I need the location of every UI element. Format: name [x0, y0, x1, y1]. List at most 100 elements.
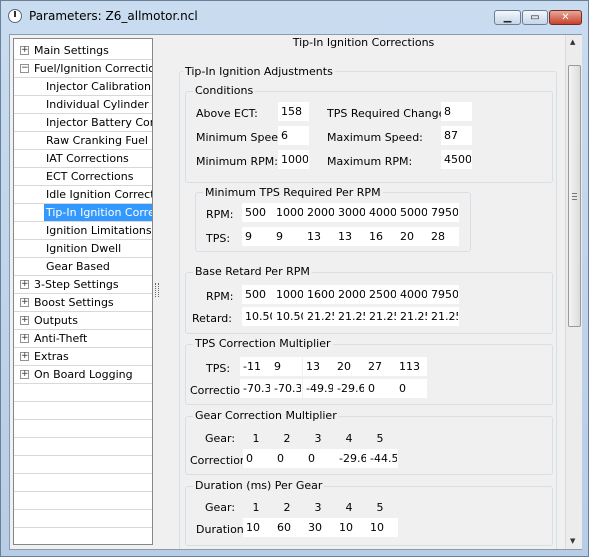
tree-item[interactable]: Injector Calibration: [14, 78, 152, 96]
vertical-scrollbar[interactable]: ▲ ▼: [565, 35, 582, 549]
tree-item[interactable]: Individual Cylinder T...: [14, 96, 152, 114]
maximum-speed-field[interactable]: 87: [441, 126, 472, 145]
tree-empty-row: [14, 492, 152, 510]
tps-cell[interactable]: 13: [303, 357, 334, 376]
tree-item[interactable]: Raw Cranking Fuel: [14, 132, 152, 150]
tree-item-label: Main Settings: [34, 44, 109, 57]
correction-cell[interactable]: 0: [305, 449, 336, 468]
settings-tree[interactable]: + Main Settings −Fuel/Ignition Corrections…: [13, 38, 153, 545]
tip-in-adjustments-label: Tip-In Ignition Adjustments: [183, 65, 335, 78]
rpm-cell[interactable]: 4000: [397, 285, 428, 304]
correction-cell[interactable]: 0: [365, 379, 396, 398]
tps-cell[interactable]: 13: [304, 227, 335, 246]
rpm-cell[interactable]: 7950: [428, 285, 459, 304]
rpm-cell[interactable]: 1000: [273, 285, 304, 304]
scroll-thumb[interactable]: [568, 65, 581, 327]
duration-cell[interactable]: 10: [336, 518, 367, 537]
tree-item[interactable]: Tip-In Ignition Corre...: [14, 204, 152, 222]
retard-cell[interactable]: 10.50: [242, 307, 273, 326]
correction-cell[interactable]: 0: [396, 379, 427, 398]
expand-icon[interactable]: +: [20, 334, 29, 343]
tree-item-label: Injector Calibration: [46, 80, 151, 93]
rpm-cell[interactable]: 2000: [335, 285, 366, 304]
tps-cell[interactable]: 16: [366, 227, 397, 246]
tps-cell[interactable]: 28: [428, 227, 459, 246]
above-ect-field[interactable]: 158: [278, 102, 309, 121]
tree-item[interactable]: −Fuel/Ignition Corrections: [14, 60, 152, 78]
tree-item[interactable]: +3-Step Settings: [14, 276, 152, 294]
duration-cell[interactable]: 10: [243, 518, 274, 537]
correction-cell[interactable]: 0: [274, 449, 305, 468]
correction-cell[interactable]: -29.6: [336, 449, 367, 468]
splitter-handle[interactable]: [155, 283, 159, 297]
rpm-cell[interactable]: 500: [242, 203, 273, 222]
minimum-speed-field[interactable]: 6: [278, 126, 309, 145]
duration-cell[interactable]: 10: [367, 518, 398, 537]
tree-item[interactable]: Ignition Dwell: [14, 240, 152, 258]
rpm-cell[interactable]: 500: [242, 285, 273, 304]
scroll-up-icon[interactable]: ▲: [570, 38, 575, 46]
minimum-rpm-field[interactable]: 1000: [278, 150, 309, 169]
expand-icon[interactable]: +: [20, 298, 29, 307]
tree-item[interactable]: Ignition Limitations: [14, 222, 152, 240]
tps-cell[interactable]: 9: [271, 357, 302, 376]
title-bar[interactable]: Parameters: Z6_allmotor.ncl ▁ ▭ ✕: [1, 1, 588, 31]
tree-empty-row: [14, 510, 152, 528]
tree-item[interactable]: Idle Ignition Correcti...: [14, 186, 152, 204]
rpm-cell[interactable]: 7950: [428, 203, 459, 222]
tps-cell[interactable]: 13: [335, 227, 366, 246]
tree-item[interactable]: Gear Based: [14, 258, 152, 276]
tree-empty-row: [14, 528, 152, 544]
correction-cell[interactable]: -29.6: [334, 379, 365, 398]
expand-icon[interactable]: +: [20, 352, 29, 361]
gear-header: 2: [283, 501, 291, 514]
rpm-cell[interactable]: 1600: [304, 285, 335, 304]
tree-item[interactable]: + Boost Settings: [14, 294, 152, 312]
correction-cell[interactable]: 0: [243, 449, 274, 468]
tps-required-change-field[interactable]: 8: [441, 102, 472, 121]
rpm-cell[interactable]: 2500: [366, 285, 397, 304]
retard-cell[interactable]: 21.25: [304, 307, 335, 326]
collapse-icon[interactable]: −: [20, 64, 29, 73]
rpm-cell[interactable]: 4000: [366, 203, 397, 222]
tps-cell[interactable]: 9: [242, 227, 273, 246]
maximum-rpm-field[interactable]: 4500: [441, 150, 472, 169]
correction-cell[interactable]: -70.3: [240, 379, 271, 398]
tps-cell[interactable]: 113: [396, 357, 427, 376]
tps-cell[interactable]: 9: [273, 227, 304, 246]
expand-icon[interactable]: +: [20, 280, 29, 289]
scroll-down-icon[interactable]: ▼: [570, 537, 575, 545]
tps-cell[interactable]: 20: [334, 357, 365, 376]
tree-item[interactable]: Injector Battery Corr...: [14, 114, 152, 132]
maximize-button[interactable]: ▭: [522, 10, 548, 25]
tps-cell[interactable]: 20: [397, 227, 428, 246]
rpm-cell[interactable]: 1000: [273, 203, 304, 222]
retard-cell[interactable]: 21.25: [428, 307, 459, 326]
retard-cell[interactable]: 21.25: [397, 307, 428, 326]
minimize-button[interactable]: ▁: [494, 10, 521, 25]
close-button[interactable]: ✕: [549, 10, 582, 25]
rpm-cell[interactable]: 3000: [335, 203, 366, 222]
expand-icon[interactable]: +: [20, 46, 29, 55]
tree-item[interactable]: + Anti-Theft: [14, 330, 152, 348]
tree-item[interactable]: + Outputs: [14, 312, 152, 330]
tree-item[interactable]: + Main Settings: [14, 42, 152, 60]
retard-cell[interactable]: 10.50: [273, 307, 304, 326]
duration-cell[interactable]: 30: [305, 518, 336, 537]
duration-cell[interactable]: 60: [274, 518, 305, 537]
tree-item[interactable]: ECT Corrections: [14, 168, 152, 186]
tree-item[interactable]: + On Board Logging: [14, 366, 152, 384]
tree-item[interactable]: + Extras: [14, 348, 152, 366]
tps-cell[interactable]: 27: [365, 357, 396, 376]
rpm-cell[interactable]: 2000: [304, 203, 335, 222]
rpm-cell[interactable]: 5000: [397, 203, 428, 222]
expand-icon[interactable]: +: [20, 316, 29, 325]
tree-item[interactable]: IAT Corrections: [14, 150, 152, 168]
retard-cell[interactable]: 21.25: [335, 307, 366, 326]
retard-cell[interactable]: 21.25: [366, 307, 397, 326]
correction-cell[interactable]: -70.3: [271, 379, 302, 398]
tps-cell[interactable]: -11: [240, 357, 271, 376]
expand-icon[interactable]: +: [20, 370, 29, 379]
correction-cell[interactable]: -44.5: [367, 449, 398, 468]
correction-cell[interactable]: -49.9: [303, 379, 334, 398]
